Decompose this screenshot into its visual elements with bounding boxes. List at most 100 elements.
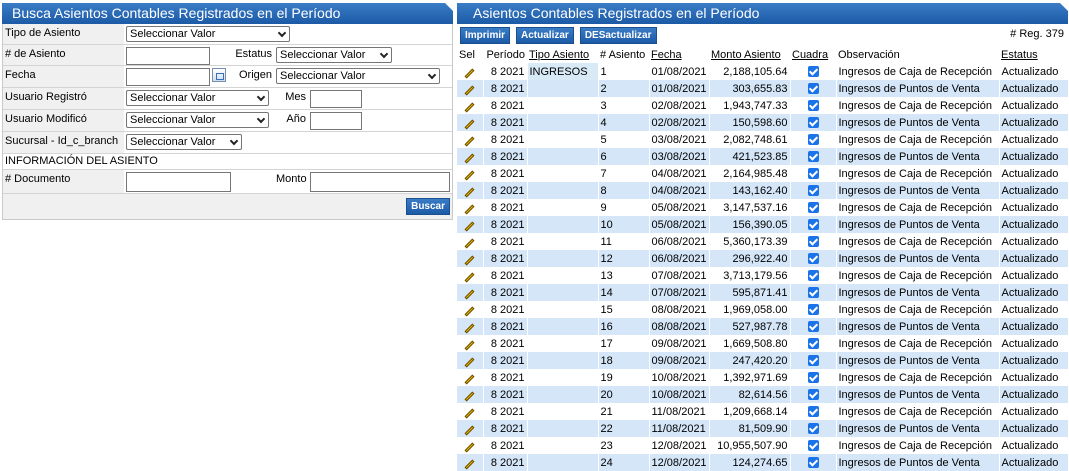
edit-pencil-icon[interactable]: [464, 187, 475, 197]
checkbox-checked-icon[interactable]: [807, 134, 819, 146]
edit-pencil-icon[interactable]: [464, 306, 475, 316]
checkbox-checked-icon[interactable]: [807, 100, 819, 112]
calendar-icon[interactable]: [212, 68, 226, 82]
edit-pencil-icon[interactable]: [464, 238, 475, 248]
table-row[interactable]: 8 2021 13 07/08/2021 3,713,179.56 Ingresos d…: [457, 267, 1069, 284]
mes-input[interactable]: [310, 90, 362, 108]
edit-pencil-icon[interactable]: [464, 459, 475, 469]
edit-pencil-icon[interactable]: [464, 340, 475, 350]
table-row[interactable]: 8 2021 9 05/08/2021 3,147,537.16 Ingresos de…: [457, 199, 1069, 216]
checkbox-checked-icon[interactable]: [807, 202, 819, 214]
usuario-modifico-select-value: Seleccionar Valor: [130, 114, 216, 126]
num-asiento-input[interactable]: [126, 47, 210, 65]
imprimir-button[interactable]: Imprimir: [460, 26, 511, 44]
checkbox-checked-icon[interactable]: [807, 168, 819, 180]
edit-pencil-icon[interactable]: [464, 425, 475, 435]
tipo-asiento-select[interactable]: Seleccionar Valor: [126, 26, 290, 42]
column-header[interactable]: Tipo Asiento: [527, 46, 598, 63]
checkbox-checked-icon[interactable]: [807, 355, 819, 367]
edit-pencil-icon[interactable]: [464, 68, 475, 78]
usuario-modifico-label: Usuario Modificó: [3, 110, 124, 131]
checkbox-checked-icon[interactable]: [807, 236, 819, 248]
checkbox-checked-icon[interactable]: [807, 219, 819, 231]
monto-input[interactable]: [310, 172, 450, 192]
edit-pencil-icon[interactable]: [464, 221, 475, 231]
checkbox-checked-icon[interactable]: [807, 389, 819, 401]
table-row[interactable]: 8 2021 11 06/08/2021 5,360,173.39 Ingresos d…: [457, 233, 1069, 250]
checkbox-checked-icon[interactable]: [807, 304, 819, 316]
column-header[interactable]: Monto Asiento: [709, 46, 790, 63]
fecha-input[interactable]: [126, 68, 210, 86]
table-row[interactable]: 8 2021 6 03/08/2021 421,523.85 Ingresos de P…: [457, 148, 1069, 165]
table-row[interactable]: 8 2021 7 04/08/2021 2,164,985.48 Ingresos de…: [457, 165, 1069, 182]
edit-pencil-icon[interactable]: [464, 153, 475, 163]
edit-pencil-icon[interactable]: [464, 272, 475, 282]
table-row[interactable]: 8 2021 14 07/08/2021 595,871.41 Ingresos de …: [457, 284, 1069, 301]
monto-cell: 124,274.65: [709, 454, 791, 471]
edit-pencil-icon[interactable]: [464, 85, 475, 95]
edit-pencil-icon[interactable]: [464, 289, 475, 299]
edit-pencil-icon[interactable]: [464, 255, 475, 265]
table-row[interactable]: 8 2021 3 02/08/2021 1,943,747.33 Ingresos de…: [457, 97, 1069, 114]
column-header[interactable]: Cuadra: [790, 46, 836, 63]
origen-select[interactable]: Seleccionar Valor: [276, 68, 440, 84]
actualizar-button[interactable]: Actualizar: [516, 26, 574, 44]
buscar-button[interactable]: Buscar: [406, 198, 450, 215]
table-row[interactable]: 8 2021 5 03/08/2021 2,082,748.61 Ingresos de…: [457, 131, 1069, 148]
checkbox-checked-icon[interactable]: [807, 440, 819, 452]
checkbox-checked-icon[interactable]: [807, 185, 819, 197]
table-row[interactable]: 8 2021 19 10/08/2021 1,392,971.69 Ingresos d…: [457, 369, 1069, 386]
table-row[interactable]: 8 2021 22 11/08/2021 81,509.90 Ingresos de P…: [457, 420, 1069, 437]
table-row[interactable]: 8 2021 INGRESOS 1 01/08/2021 2,188,105.64 Ing…: [457, 63, 1069, 80]
checkbox-checked-icon[interactable]: [807, 253, 819, 265]
table-row[interactable]: 8 2021 8 04/08/2021 143,162.40 Ingresos de P…: [457, 182, 1069, 199]
usuario-modifico-select[interactable]: Seleccionar Valor: [126, 112, 269, 128]
table-row[interactable]: 8 2021 10 05/08/2021 156,390.05 Ingresos de …: [457, 216, 1069, 233]
checkbox-checked-icon[interactable]: [807, 406, 819, 418]
edit-pencil-icon[interactable]: [464, 119, 475, 129]
edit-pencil-icon[interactable]: [464, 391, 475, 401]
sucursal-select[interactable]: Seleccionar Valor: [126, 134, 242, 150]
table-row[interactable]: 8 2021 20 10/08/2021 82,614.56 Ingresos de P…: [457, 386, 1069, 403]
table-row[interactable]: 8 2021 4 02/08/2021 150,598.60 Ingresos de P…: [457, 114, 1069, 131]
edit-pencil-icon[interactable]: [464, 442, 475, 452]
checkbox-checked-icon[interactable]: [807, 287, 819, 299]
edit-pencil-icon[interactable]: [464, 102, 475, 112]
edit-pencil-icon[interactable]: [464, 374, 475, 384]
column-header[interactable]: Estatus: [999, 46, 1068, 63]
desactualizar-button[interactable]: DESactualizar: [579, 26, 657, 44]
fecha-cell: 09/08/2021: [649, 335, 710, 352]
edit-pencil-icon[interactable]: [464, 136, 475, 146]
edit-pencil-icon[interactable]: [464, 357, 475, 367]
edit-pencil-icon[interactable]: [464, 408, 475, 418]
table-row[interactable]: 8 2021 24 12/08/2021 124,274.65 Ingresos de …: [457, 454, 1069, 471]
checkbox-checked-icon[interactable]: [807, 83, 819, 95]
table-row[interactable]: 8 2021 21 11/08/2021 1,209,668.14 Ingresos d…: [457, 403, 1069, 420]
checkbox-checked-icon[interactable]: [807, 338, 819, 350]
checkbox-checked-icon[interactable]: [807, 151, 819, 163]
column-header[interactable]: Fecha: [649, 46, 709, 63]
table-row[interactable]: 8 2021 12 06/08/2021 296,922.40 Ingresos de …: [457, 250, 1069, 267]
periodo-cell: 8 2021: [483, 80, 528, 97]
table-row[interactable]: 8 2021 17 09/08/2021 1,669,508.80 Ingresos d…: [457, 335, 1069, 352]
anio-input[interactable]: [310, 112, 362, 130]
table-row[interactable]: 8 2021 18 09/08/2021 247,420.20 Ingresos de …: [457, 352, 1069, 369]
edit-pencil-icon[interactable]: [464, 204, 475, 214]
estatus-select[interactable]: Seleccionar Valor: [276, 47, 392, 63]
checkbox-checked-icon[interactable]: [807, 66, 819, 78]
checkbox-checked-icon[interactable]: [807, 457, 819, 469]
edit-pencil-icon[interactable]: [464, 170, 475, 180]
checkbox-checked-icon[interactable]: [807, 423, 819, 435]
tipo-asiento-cell: [527, 182, 599, 199]
checkbox-checked-icon[interactable]: [807, 270, 819, 282]
checkbox-checked-icon[interactable]: [807, 372, 819, 384]
edit-pencil-icon[interactable]: [464, 323, 475, 333]
table-row[interactable]: 8 2021 23 12/08/2021 10,955,507.90 Ingresos …: [457, 437, 1069, 454]
table-row[interactable]: 8 2021 15 08/08/2021 1,969,058.00 Ingresos d…: [457, 301, 1069, 318]
table-row[interactable]: 8 2021 2 01/08/2021 303,655.83 Ingresos de P…: [457, 80, 1069, 97]
table-row[interactable]: 8 2021 16 08/08/2021 527,987.78 Ingresos de …: [457, 318, 1069, 335]
documento-input[interactable]: [126, 172, 231, 192]
usuario-registro-select[interactable]: Seleccionar Valor: [126, 90, 269, 106]
checkbox-checked-icon[interactable]: [807, 321, 819, 333]
checkbox-checked-icon[interactable]: [807, 117, 819, 129]
